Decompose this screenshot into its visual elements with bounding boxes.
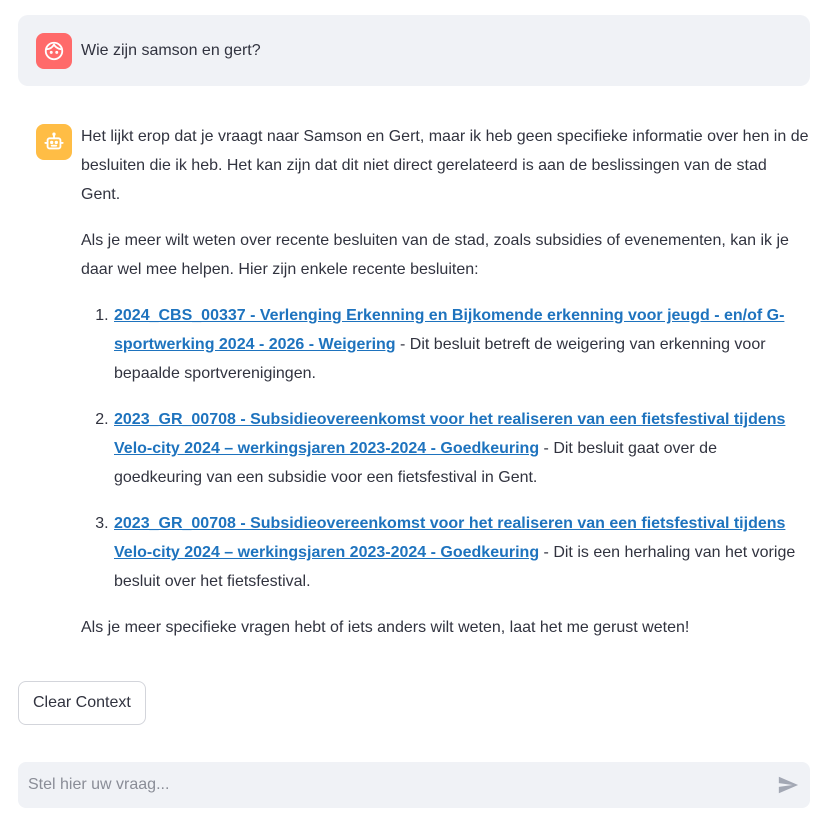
assistant-message-body: Het lijkt erop dat je vraagt naar Samson… xyxy=(81,122,809,659)
chat-page: Wie zijn samson en gert? Het lijkt erop … xyxy=(0,0,832,816)
decision-item: 2024_CBS_00337 - Verlenging Erkenning en… xyxy=(113,301,809,388)
user-message-text: Wie zijn samson en gert? xyxy=(81,42,261,59)
chat-input[interactable] xyxy=(28,762,768,808)
send-button[interactable] xyxy=(776,773,800,797)
user-message: Wie zijn samson en gert? xyxy=(18,15,810,86)
assistant-avatar xyxy=(36,124,72,160)
user-avatar xyxy=(36,33,72,69)
clear-context-button[interactable]: Clear Context xyxy=(18,681,146,725)
decision-item: 2023_GR_00708 - Subsidieovereenkomst voo… xyxy=(113,509,809,596)
assistant-closing: Als je meer specifieke vragen hebt of ie… xyxy=(81,619,690,636)
user-face-icon xyxy=(44,41,64,61)
assistant-lead: Als je meer wilt weten over recente besl… xyxy=(81,232,789,278)
chat-input-bar xyxy=(18,762,810,808)
decision-item: 2023_GR_00708 - Subsidieovereenkomst voo… xyxy=(113,405,809,492)
decision-list: 2024_CBS_00337 - Verlenging Erkenning en… xyxy=(81,301,809,596)
send-icon xyxy=(778,776,799,794)
robot-icon xyxy=(44,132,64,150)
assistant-intro: Het lijkt erop dat je vraagt naar Samson… xyxy=(81,128,809,203)
